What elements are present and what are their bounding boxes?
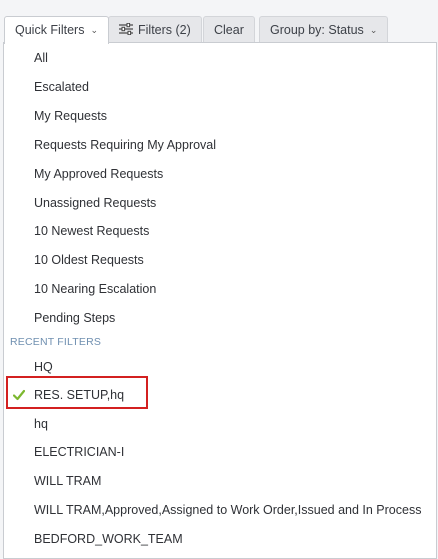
clear-label: Clear	[214, 23, 244, 37]
menu-item-escalated[interactable]: Escalated	[34, 77, 89, 97]
selection-highlight	[6, 376, 148, 409]
group-by-button[interactable]: Group by: Status ⌄	[259, 16, 389, 43]
recent-item-electrician[interactable]: ELECTRICIAN-I	[34, 442, 124, 462]
menu-item-nearing-escalation[interactable]: 10 Nearing Escalation	[34, 279, 156, 299]
menu-item-newest[interactable]: 10 Newest Requests	[34, 221, 149, 241]
group-by-label: Group by: Status	[270, 23, 364, 37]
filters-button[interactable]: Filters (2)	[108, 16, 202, 43]
recent-item-will-tram[interactable]: WILL TRAM	[34, 471, 101, 491]
menu-item-my-approved[interactable]: My Approved Requests	[34, 164, 163, 184]
menu-item-oldest[interactable]: 10 Oldest Requests	[34, 250, 144, 270]
filters-label: Filters (2)	[138, 23, 191, 37]
quick-filters-label: Quick Filters	[15, 23, 85, 37]
recent-item-will-tram-approved[interactable]: WILL TRAM,Approved,Assigned to Work Orde…	[34, 500, 421, 520]
chevron-down-icon: ⌄	[369, 25, 378, 35]
chevron-down-icon: ⌄	[90, 25, 98, 35]
recent-item-hq[interactable]: HQ	[34, 357, 53, 377]
quick-filters-button[interactable]: Quick Filters ⌄	[4, 16, 109, 44]
filter-toolbar: Quick Filters ⌄ Filters (2) Clear Group b…	[0, 0, 438, 44]
menu-item-requiring-approval[interactable]: Requests Requiring My Approval	[34, 135, 216, 155]
menu-item-all[interactable]: All	[34, 48, 48, 68]
menu-item-unassigned[interactable]: Unassigned Requests	[34, 193, 156, 213]
recent-filters-header: RECENT FILTERS	[10, 336, 102, 348]
recent-item-bedford-work-team[interactable]: BEDFORD_WORK_TEAM	[34, 529, 183, 549]
menu-item-pending-steps[interactable]: Pending Steps	[34, 308, 115, 328]
menu-item-my-requests[interactable]: My Requests	[34, 106, 107, 126]
quick-filters-menu: All Escalated My Requests Requests Requi…	[3, 42, 437, 559]
sliders-icon	[119, 23, 133, 35]
clear-button[interactable]: Clear	[203, 16, 255, 43]
recent-item-hq-lower[interactable]: hq	[34, 414, 48, 434]
